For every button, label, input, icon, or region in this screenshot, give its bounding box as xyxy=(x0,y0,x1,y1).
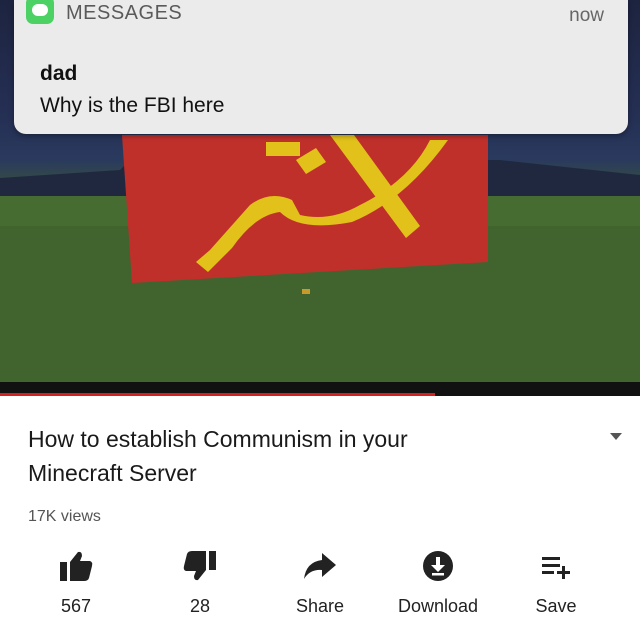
thumbs-down-icon xyxy=(150,548,250,584)
thumbs-up-icon xyxy=(26,548,126,584)
save-button[interactable]: Save xyxy=(506,548,606,617)
share-icon xyxy=(270,548,370,584)
save-icon xyxy=(506,548,606,584)
share-button[interactable]: Share xyxy=(270,548,370,617)
expand-chevron-icon[interactable] xyxy=(610,433,622,440)
notification-message: Why is the FBI here xyxy=(40,94,225,117)
share-label: Share xyxy=(295,596,345,616)
message-notification[interactable]: MESSAGES now dad Why is the FBI here xyxy=(14,0,628,134)
like-button[interactable]: 567 xyxy=(26,548,126,617)
messages-app-icon xyxy=(26,0,54,24)
video-title[interactable]: How to establish Communism in your Minec… xyxy=(28,422,528,490)
download-label: Download xyxy=(397,596,479,616)
save-label: Save xyxy=(535,596,577,616)
dislike-count: 28 xyxy=(189,596,211,616)
download-icon xyxy=(388,548,488,584)
video-title-line-1: How to establish Communism in your xyxy=(28,426,408,452)
like-count: 567 xyxy=(60,596,92,616)
progress-fill xyxy=(0,393,436,396)
video-title-line-2: Minecraft Server xyxy=(28,460,197,486)
notification-sender: dad xyxy=(40,62,78,85)
download-button[interactable]: Download xyxy=(388,548,488,617)
notification-app-name: MESSAGES xyxy=(66,2,183,24)
notification-time: now xyxy=(569,5,604,26)
dislike-button[interactable]: 28 xyxy=(150,548,250,617)
view-count: 17K views xyxy=(28,508,101,525)
flag-banner xyxy=(122,135,488,283)
